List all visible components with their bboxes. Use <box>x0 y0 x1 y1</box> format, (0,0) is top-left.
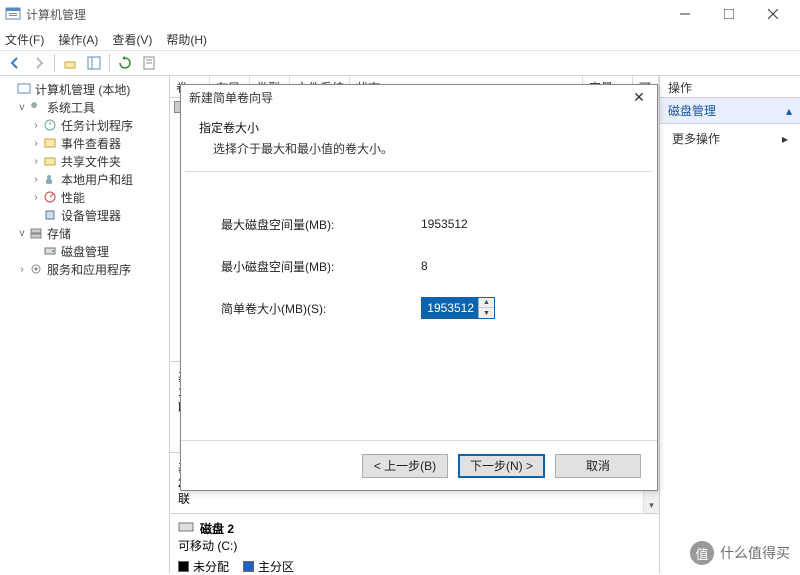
tree-diskmgmt[interactable]: 磁盘管理 <box>2 242 167 260</box>
tree-devicemgr[interactable]: 设备管理器 <box>2 206 167 224</box>
performance-icon <box>42 189 58 205</box>
menu-help[interactable]: 帮助(H) <box>166 31 207 48</box>
dialog-heading: 指定卷大小 <box>199 119 639 136</box>
minimize-button[interactable] <box>663 0 707 28</box>
close-button[interactable] <box>751 0 795 28</box>
max-space-label: 最大磁盘空间量(MB): <box>221 216 421 233</box>
disk-footer: 磁盘 2 可移动 (C:) 未分配 主分区 <box>170 513 659 573</box>
menu-view[interactable]: 查看(V) <box>112 31 152 48</box>
folder-share-icon <box>42 153 58 169</box>
next-button[interactable]: 下一步(N) > <box>458 454 545 478</box>
min-space-value: 8 <box>421 259 428 273</box>
tree-localusers[interactable]: ›本地用户和组 <box>2 170 167 188</box>
tree-services[interactable]: ›服务和应用程序 <box>2 260 167 278</box>
window-title: 计算机管理 <box>26 6 663 23</box>
dialog-titlebar[interactable]: 新建简单卷向导 ✕ <box>181 85 657 109</box>
app-icon <box>5 6 21 22</box>
cancel-button[interactable]: 取消 <box>555 454 641 478</box>
disk-icon <box>42 243 58 259</box>
storage-icon <box>28 225 44 241</box>
dialog-subheading: 选择介于最大和最小值的卷大小。 <box>199 140 639 157</box>
tree-scheduler[interactable]: ›任务计划程序 <box>2 116 167 134</box>
spin-up-icon[interactable]: ▲ <box>479 298 494 308</box>
maximize-button[interactable] <box>707 0 751 28</box>
tree-sharedfolders[interactable]: ›共享文件夹 <box>2 152 167 170</box>
menu-action[interactable]: 操作(A) <box>58 31 98 48</box>
disk-icon <box>178 520 194 537</box>
back-button[interactable]: < 上一步(B) <box>362 454 448 478</box>
scroll-down-icon[interactable]: ▼ <box>644 497 659 513</box>
actions-more[interactable]: 更多操作 ▸ <box>660 124 800 153</box>
up-button[interactable] <box>59 52 81 74</box>
forward-button[interactable] <box>28 52 50 74</box>
volume-size-input[interactable] <box>422 298 478 318</box>
watermark: 值 什么值得买 <box>690 541 790 565</box>
actions-title: 操作 <box>660 76 800 98</box>
tree-performance[interactable]: ›性能 <box>2 188 167 206</box>
actions-header[interactable]: 磁盘管理 ▴ <box>660 98 800 124</box>
services-icon <box>28 261 44 277</box>
show-hide-button[interactable] <box>83 52 105 74</box>
clock-icon <box>42 117 58 133</box>
legend-unalloc: 未分配 <box>193 558 229 575</box>
back-button[interactable] <box>4 52 26 74</box>
collapse-icon[interactable]: ▴ <box>786 104 792 118</box>
refresh-button[interactable] <box>114 52 136 74</box>
volume-size-spinner[interactable]: ▲ ▼ <box>421 297 495 319</box>
disk-type: 可移动 (C:) <box>178 537 651 554</box>
menu-file[interactable]: 文件(F) <box>5 31 44 48</box>
watermark-text: 什么值得买 <box>720 543 790 563</box>
navigation-tree: 计算机管理 (本地) v系统工具 ›任务计划程序 ›事件查看器 ›共享文件夹 ›… <box>0 76 170 573</box>
users-icon <box>42 171 58 187</box>
volume-size-label: 简单卷大小(MB)(S): <box>221 300 421 317</box>
spin-down-icon[interactable]: ▼ <box>479 308 494 318</box>
disk-name: 磁盘 2 <box>200 520 234 537</box>
device-icon <box>42 207 58 223</box>
tree-root[interactable]: 计算机管理 (本地) <box>2 80 167 98</box>
chevron-right-icon: ▸ <box>782 132 788 146</box>
new-volume-wizard-dialog: 新建简单卷向导 ✕ 指定卷大小 选择介于最大和最小值的卷大小。 最大磁盘空间量(… <box>180 84 658 491</box>
dialog-close-button[interactable]: ✕ <box>629 89 649 106</box>
properties-button[interactable] <box>138 52 160 74</box>
min-space-label: 最小磁盘空间量(MB): <box>221 258 421 275</box>
watermark-icon: 值 <box>690 541 714 565</box>
menubar: 文件(F) 操作(A) 查看(V) 帮助(H) <box>0 28 800 50</box>
toolbar <box>0 50 800 76</box>
window-titlebar: 计算机管理 <box>0 0 800 28</box>
dialog-title: 新建简单卷向导 <box>189 89 629 106</box>
tree-eventviewer[interactable]: ›事件查看器 <box>2 134 167 152</box>
max-space-value: 1953512 <box>421 217 468 231</box>
tree-storage[interactable]: v存储 <box>2 224 167 242</box>
tree-systools[interactable]: v系统工具 <box>2 98 167 116</box>
legend-primary: 主分区 <box>258 558 294 575</box>
computer-icon <box>16 81 32 97</box>
event-icon <box>42 135 58 151</box>
wrench-icon <box>28 99 44 115</box>
actions-pane: 操作 磁盘管理 ▴ 更多操作 ▸ <box>660 76 800 573</box>
